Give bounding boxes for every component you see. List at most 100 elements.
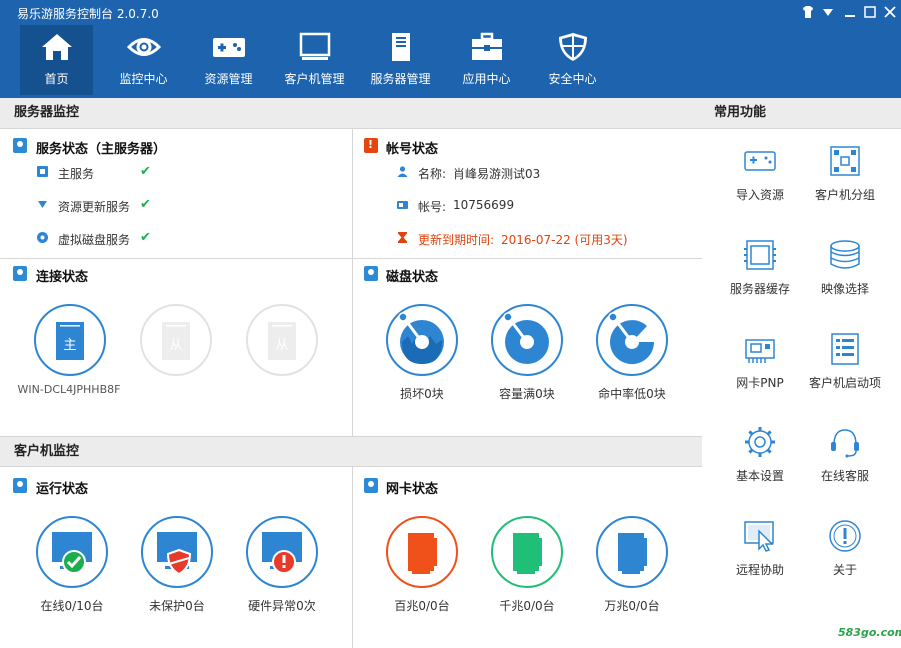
eye-icon bbox=[127, 38, 161, 56]
pin-icon bbox=[13, 478, 27, 493]
minimize-icon[interactable] bbox=[842, 4, 858, 20]
function-label: 关于 bbox=[832, 563, 857, 577]
monitor-icon bbox=[299, 32, 331, 60]
update-icon bbox=[38, 201, 47, 208]
disk-broken-icon[interactable] bbox=[386, 304, 458, 376]
client-group-button[interactable]: 客户机分组 bbox=[797, 144, 893, 203]
function-label: 远程协助 bbox=[735, 563, 784, 577]
startup-items-button[interactable]: 客户机启动项 bbox=[797, 332, 893, 391]
nic-pnp-icon bbox=[745, 339, 775, 363]
basic-settings-button[interactable]: 基本设置 bbox=[712, 425, 808, 484]
check-icon: ✔ bbox=[140, 164, 151, 179]
server-cache-icon bbox=[744, 240, 776, 270]
server-host-label: WIN-DCL4JPHHB8F bbox=[17, 383, 121, 396]
nav-label: 服务器管理 bbox=[370, 72, 431, 86]
headset-icon bbox=[831, 429, 859, 458]
monitor-alert-icon[interactable] bbox=[246, 516, 318, 588]
nav-monitor-center[interactable]: 监控中心 bbox=[107, 25, 180, 95]
function-label: 客户机分组 bbox=[814, 188, 875, 202]
server-icon bbox=[392, 33, 410, 61]
server-slave-node[interactable]: 从 bbox=[246, 304, 318, 376]
monitor-shield-icon[interactable] bbox=[141, 516, 213, 588]
home-icon bbox=[42, 34, 72, 60]
account-id-value: 10756699 bbox=[453, 198, 515, 212]
panel-title: 网卡状态 bbox=[386, 482, 439, 497]
divider bbox=[352, 129, 353, 436]
divider bbox=[352, 467, 353, 648]
disk-full-icon[interactable] bbox=[491, 304, 563, 376]
gamepad-icon bbox=[213, 38, 245, 57]
function-label: 服务器缓存 bbox=[729, 282, 790, 296]
nav-app-center[interactable]: 应用中心 bbox=[450, 25, 523, 95]
startup-items-icon bbox=[831, 333, 859, 365]
service-name: 虚拟磁盘服务 bbox=[58, 233, 131, 247]
check-icon: ✔ bbox=[140, 197, 151, 212]
close-icon[interactable] bbox=[882, 4, 898, 20]
disk-hitrate-icon[interactable] bbox=[596, 304, 668, 376]
remote-assist-icon bbox=[744, 521, 774, 552]
server-badge: 主 bbox=[63, 338, 77, 353]
server-small-icon bbox=[37, 166, 48, 177]
nic-1000m-icon[interactable] bbox=[491, 516, 563, 588]
online-label: 在线0/10台 bbox=[40, 599, 104, 613]
hourglass-icon bbox=[398, 232, 407, 243]
hardware-error-label: 硬件异常0次 bbox=[248, 599, 316, 613]
app-title: 易乐游服务控制台 2.0.7.0 bbox=[17, 7, 159, 21]
nav-server-management[interactable]: 服务器管理 bbox=[364, 25, 437, 95]
image-select-icon bbox=[830, 240, 860, 269]
remote-assist-button[interactable]: 远程协助 bbox=[712, 519, 808, 578]
nav-label: 首页 bbox=[44, 72, 69, 86]
expire-label: 更新到期时间: bbox=[418, 233, 495, 247]
alert-icon bbox=[364, 138, 378, 153]
import-resource-icon bbox=[744, 151, 776, 171]
panel-title: 运行状态 bbox=[36, 482, 89, 497]
service-name: 资源更新服务 bbox=[58, 200, 131, 214]
function-label: 映像选择 bbox=[820, 282, 869, 296]
server-badge: 从 bbox=[275, 338, 289, 353]
nic-10g-icon[interactable] bbox=[596, 516, 668, 588]
shield-icon bbox=[559, 33, 587, 61]
id-card-icon bbox=[397, 201, 408, 209]
common-functions-header: 常用功能 bbox=[702, 98, 901, 129]
function-label: 基本设置 bbox=[735, 469, 784, 483]
watermark: 583go.com bbox=[838, 626, 901, 639]
common-functions-panel: 常用功能 导入资源 客户机分组 服务器缓存 映像选择 网卡PNP 客户机启动项 bbox=[702, 98, 901, 648]
online-support-button[interactable]: 在线客服 bbox=[797, 425, 893, 484]
maximize-icon[interactable] bbox=[862, 4, 878, 20]
toolbox-icon bbox=[472, 32, 502, 60]
server-badge: 从 bbox=[169, 338, 183, 353]
server-cache-button[interactable]: 服务器缓存 bbox=[712, 238, 808, 297]
monitor-check-icon[interactable] bbox=[36, 516, 108, 588]
nav-label: 客户机管理 bbox=[284, 72, 345, 86]
skin-icon[interactable] bbox=[800, 4, 816, 20]
nav-resource-management[interactable]: 资源管理 bbox=[192, 25, 265, 95]
account-name-value: 肖峰易游测试03 bbox=[453, 167, 541, 181]
disk-hitrate-label: 命中率低0块 bbox=[598, 387, 666, 401]
nav-security-center[interactable]: 安全中心 bbox=[536, 25, 609, 95]
nav-home[interactable]: 首页 bbox=[20, 25, 93, 95]
server-slave-node[interactable]: 从 bbox=[140, 304, 212, 376]
nav-label: 监控中心 bbox=[119, 72, 168, 86]
pin-icon bbox=[364, 266, 378, 281]
about-button[interactable]: 关于 bbox=[797, 519, 893, 578]
function-label: 在线客服 bbox=[820, 469, 869, 483]
panel-title: 连接状态 bbox=[36, 270, 89, 285]
expire-value: 2016-07-22 (可用3天) bbox=[501, 233, 628, 247]
disk-broken-label: 损坏0块 bbox=[400, 387, 444, 401]
check-icon: ✔ bbox=[140, 230, 151, 245]
function-label: 客户机启动项 bbox=[808, 376, 881, 390]
panel-title: 服务状态（主服务器） bbox=[36, 142, 167, 157]
import-resource-button[interactable]: 导入资源 bbox=[712, 144, 808, 203]
panel-title: 磁盘状态 bbox=[386, 270, 439, 285]
nic-100m-icon[interactable] bbox=[386, 516, 458, 588]
nav-client-management[interactable]: 客户机管理 bbox=[278, 25, 351, 95]
unprotected-label: 未保护0台 bbox=[149, 599, 205, 613]
pin-icon bbox=[13, 138, 27, 153]
disk-full-label: 容量满0块 bbox=[499, 387, 555, 401]
server-master-node[interactable]: 主 bbox=[34, 304, 106, 376]
menu-dropdown-icon[interactable] bbox=[820, 4, 836, 20]
nav-label: 应用中心 bbox=[462, 72, 511, 86]
nic-pnp-button[interactable]: 网卡PNP bbox=[712, 332, 808, 391]
image-select-button[interactable]: 映像选择 bbox=[797, 238, 893, 297]
user-icon bbox=[397, 166, 408, 177]
